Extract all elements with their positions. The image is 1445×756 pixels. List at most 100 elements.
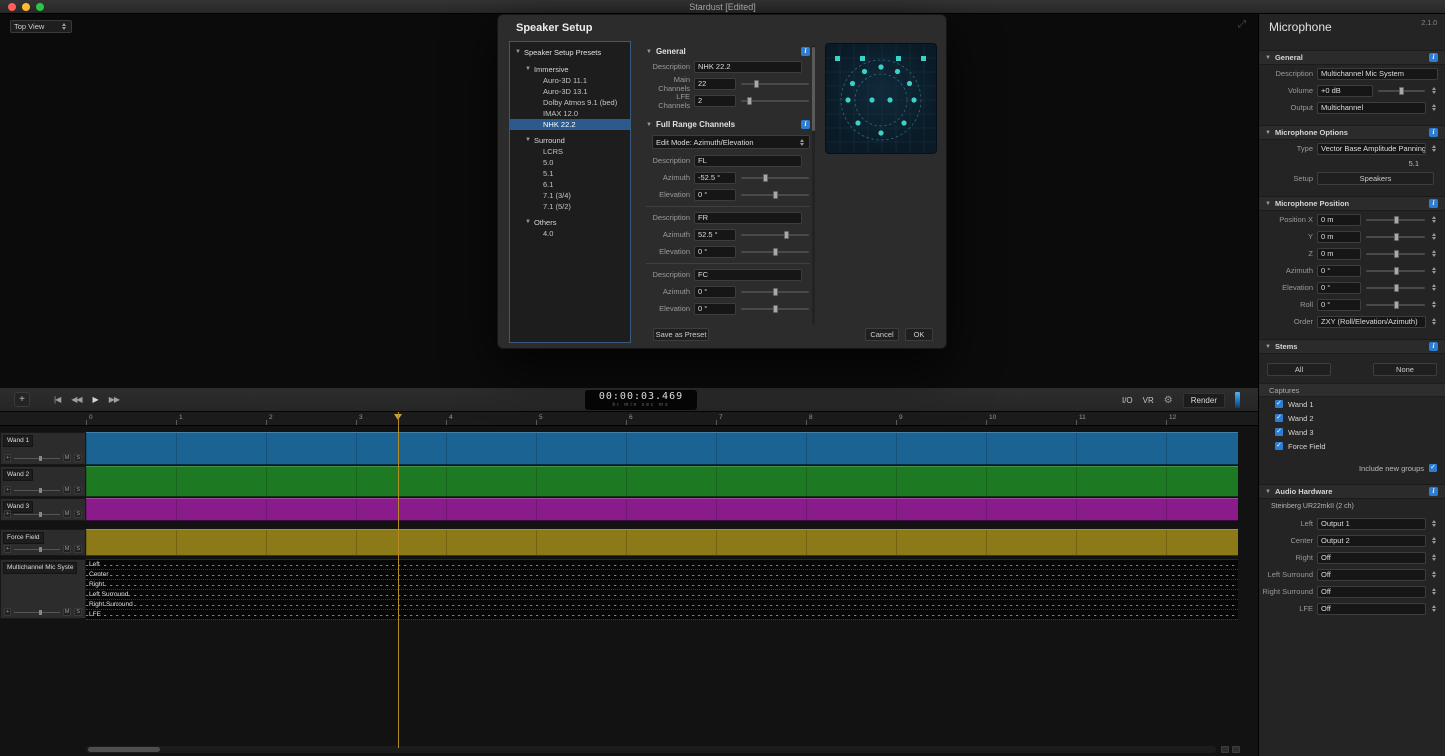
main-channels-slider[interactable] [740, 78, 810, 90]
channel-elevation-field[interactable]: 0 ° [694, 246, 736, 258]
preset-item-selected[interactable]: NHK 22.2 [510, 119, 630, 130]
checkbox-checked-icon[interactable] [1275, 414, 1283, 422]
channel-elevation-slider[interactable] [740, 303, 810, 315]
track-solo-button[interactable]: S [74, 510, 82, 518]
track-fader[interactable] [14, 458, 60, 459]
position-x-field[interactable]: 0 m [1317, 214, 1361, 226]
track-fader[interactable] [14, 612, 60, 613]
hw-left-select[interactable]: Output 1 [1317, 518, 1426, 530]
channel-elevation-field[interactable]: 0 ° [694, 303, 736, 315]
stem-item-wand1[interactable]: Wand 1 [1259, 397, 1445, 411]
elevation-slider[interactable] [1365, 282, 1426, 294]
info-icon[interactable]: i [1429, 53, 1438, 62]
position-x-slider[interactable] [1365, 214, 1426, 226]
checkbox-checked-icon[interactable] [1429, 464, 1437, 472]
channel-elevation-slider[interactable] [740, 246, 810, 258]
order-select[interactable]: ZXY (Roll/Elevation/Azimuth) [1317, 316, 1426, 328]
channel-azimuth-slider[interactable] [740, 172, 810, 184]
stepper-icon[interactable] [1430, 554, 1438, 561]
channel-azimuth-field[interactable]: 0 ° [694, 286, 736, 298]
track-header[interactable]: Wand 2 + M S [0, 466, 86, 497]
channel-azimuth-field[interactable]: -52.5 ° [694, 172, 736, 184]
checkbox-checked-icon[interactable] [1275, 442, 1283, 450]
stepper-icon[interactable] [1430, 250, 1438, 257]
section-header-general[interactable]: ▼ General i [646, 45, 810, 58]
elevation-field[interactable]: 0 ° [1317, 282, 1361, 294]
volume-field[interactable]: +0 dB [1317, 85, 1373, 97]
stepper-icon[interactable] [1430, 267, 1438, 274]
track-add-button[interactable]: + [4, 608, 11, 616]
cancel-button[interactable]: Cancel [865, 328, 899, 341]
preset-group-immersive[interactable]: ▼ Immersive [510, 63, 630, 75]
type-select[interactable]: Vector Base Amplitude Panning (V [1317, 143, 1426, 155]
stepper-icon[interactable] [1430, 588, 1438, 595]
hw-left-surround-select[interactable]: Off [1317, 569, 1426, 581]
preset-group-others[interactable]: ▼ Others [510, 216, 630, 228]
stepper-icon[interactable] [1430, 605, 1438, 612]
section-header-mic-options[interactable]: ▼ Microphone Options i [1259, 125, 1445, 140]
channel-azimuth-field[interactable]: 52.5 ° [694, 229, 736, 241]
preset-item[interactable]: 5.1 [510, 168, 630, 179]
position-z-slider[interactable] [1365, 248, 1426, 260]
stepper-icon[interactable] [1430, 301, 1438, 308]
preset-item[interactable]: 6.1 [510, 179, 630, 190]
stepper-icon[interactable] [1430, 571, 1438, 578]
description-field[interactable]: NHK 22.2 [694, 61, 802, 73]
preset-item[interactable]: Auro-3D 11.1 [510, 75, 630, 86]
timeline-ruler[interactable]: 0 1 2 3 4 5 6 7 8 9 10 11 12 [0, 412, 1258, 426]
stepper-icon[interactable] [1430, 233, 1438, 240]
track-mute-button[interactable]: M [63, 454, 72, 462]
section-header-audio-hardware[interactable]: ▼ Audio Hardware i [1259, 484, 1445, 499]
track-mute-button[interactable]: M [63, 510, 72, 518]
lfe-channels-slider[interactable] [740, 95, 810, 107]
main-channels-field[interactable]: 22 [694, 78, 736, 90]
track-header[interactable]: Multichannel Mic Syste + M S [0, 559, 86, 619]
add-track-button[interactable]: + [14, 392, 30, 407]
ok-button[interactable]: OK [905, 328, 933, 341]
track-solo-button[interactable]: S [74, 608, 82, 616]
zoom-tools[interactable] [1221, 746, 1240, 753]
edit-mode-select[interactable]: Edit Mode: Azimuth/Elevation [652, 135, 810, 149]
track-header[interactable]: Force Field + M S [0, 529, 86, 556]
azimuth-field[interactable]: 0 ° [1317, 265, 1361, 277]
speaker-layout-viz[interactable] [825, 43, 937, 154]
channel-description-field[interactable]: FC [694, 269, 802, 281]
stem-item-wand3[interactable]: Wand 3 [1259, 425, 1445, 439]
track-header[interactable]: Wand 1 + M S [0, 432, 86, 465]
section-header-general[interactable]: ▼ General i [1259, 50, 1445, 65]
io-button[interactable]: I/O [1122, 396, 1133, 405]
preset-item[interactable]: Dolby Atmos 9.1 (bed) [510, 97, 630, 108]
position-z-field[interactable]: 0 m [1317, 248, 1361, 260]
preset-tree-root[interactable]: ▼ Speaker Setup Presets [510, 45, 630, 59]
stepper-icon[interactable] [1430, 537, 1438, 544]
fast-forward-icon[interactable]: ▶▶ [109, 395, 119, 404]
stepper-icon[interactable] [1430, 284, 1438, 291]
stem-item-force-field[interactable]: Force Field [1259, 439, 1445, 453]
stepper-icon[interactable] [1430, 145, 1438, 152]
track-fader[interactable] [14, 490, 60, 491]
roll-slider[interactable] [1365, 299, 1426, 311]
info-icon[interactable]: i [801, 120, 810, 129]
playhead-line[interactable] [398, 412, 399, 748]
track-clip[interactable] [86, 432, 1238, 465]
time-display[interactable]: 00:00:03.469 hr min sec ms [585, 390, 697, 410]
play-icon[interactable]: ▶ [93, 395, 98, 404]
info-icon[interactable]: i [1429, 342, 1438, 351]
position-y-field[interactable]: 0 m [1317, 231, 1361, 243]
channel-elevation-field[interactable]: 0 ° [694, 189, 736, 201]
stepper-icon[interactable] [1430, 104, 1438, 111]
channel-description-field[interactable]: FR [694, 212, 802, 224]
track-clip[interactable] [86, 466, 1238, 497]
channel-azimuth-slider[interactable] [740, 286, 810, 298]
stepper-icon[interactable] [1430, 87, 1438, 94]
hw-right-surround-select[interactable]: Off [1317, 586, 1426, 598]
fullscreen-icon[interactable]: ⤢ [1238, 19, 1246, 30]
section-header-mic-position[interactable]: ▼ Microphone Position i [1259, 196, 1445, 211]
rewind-icon[interactable]: ◀◀ [71, 395, 81, 404]
position-y-slider[interactable] [1365, 231, 1426, 243]
info-icon[interactable]: i [1429, 487, 1438, 496]
vr-button[interactable]: VR [1143, 396, 1154, 405]
track-solo-button[interactable]: S [74, 486, 82, 494]
lfe-channels-field[interactable]: 2 [694, 95, 736, 107]
track-clip[interactable] [86, 498, 1238, 521]
